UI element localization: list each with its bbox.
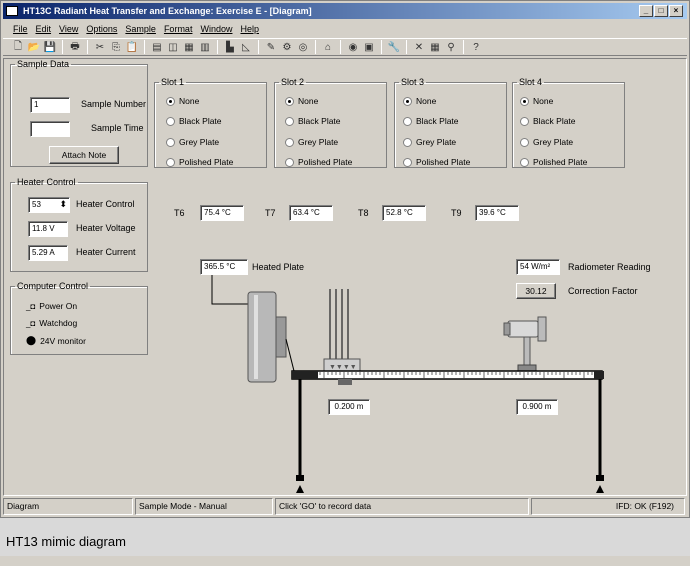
track — [291, 370, 603, 380]
status-panel-view: Diagram — [3, 498, 133, 515]
paste-icon[interactable]: 📋 — [125, 41, 139, 54]
title-bar: HT13C Radiant Heat Transfer and Exchange… — [3, 3, 687, 19]
record-icon[interactable]: ▣ — [362, 41, 376, 54]
menu-options[interactable]: Options — [86, 21, 117, 37]
sensor-icon[interactable]: ◎ — [296, 41, 310, 54]
open-icon[interactable]: 📂 — [27, 41, 41, 54]
menu-format[interactable]: Format — [164, 21, 193, 37]
menu-window[interactable]: Window — [200, 21, 232, 37]
graph-icon[interactable]: ◫ — [166, 41, 180, 54]
tools-icon[interactable]: 🔧 — [387, 41, 401, 54]
results-icon[interactable]: ▥ — [198, 41, 212, 54]
print-icon[interactable]: 🖶 — [68, 41, 82, 54]
plot-icon[interactable]: ◺ — [239, 41, 253, 54]
position-left-value: 0.200 m — [328, 399, 370, 415]
zoom-icon[interactable]: ⚲ — [444, 41, 458, 54]
calculator-icon[interactable]: ▦ — [428, 41, 442, 54]
menu-sample[interactable]: Sample — [125, 21, 156, 37]
app-window: HT13C Radiant Heat Transfer and Exchange… — [0, 0, 690, 518]
chart-icon[interactable]: ▙ — [223, 41, 237, 54]
menu-help[interactable]: Help — [240, 21, 259, 37]
diagram-pane: Sample Data 1 Sample Number Sample Time … — [3, 58, 687, 496]
config-icon[interactable]: ⚙ — [280, 41, 294, 54]
close-button[interactable]: × — [669, 5, 683, 17]
status-bar: Diagram Sample Mode - Manual Click 'GO' … — [3, 498, 687, 515]
heated-plate-leader — [211, 275, 248, 305]
menu-view[interactable]: View — [59, 21, 78, 37]
svg-text:▼▼▼▼: ▼▼▼▼ — [329, 364, 357, 371]
position-right-value: 0.900 m — [516, 399, 558, 415]
minimize-button[interactable]: _ — [639, 5, 653, 17]
save-icon[interactable]: 💾 — [43, 41, 57, 54]
window-title: HT13C Radiant Heat Transfer and Exchange… — [23, 6, 312, 16]
apparatus-diagram: ▼▼▼▼ — [211, 275, 604, 493]
maximize-button[interactable]: □ — [654, 5, 668, 17]
table-icon[interactable]: ▦ — [182, 41, 196, 54]
status-panel-ifd: IFD: OK (F192) — [531, 498, 685, 515]
copy-icon[interactable]: ⎘ — [109, 41, 123, 54]
radiometer — [507, 320, 539, 338]
app-icon — [6, 6, 18, 16]
cut-icon[interactable]: ✂ — [93, 41, 107, 54]
new-icon[interactable]: 🗋 — [11, 41, 25, 54]
education-icon[interactable]: ⌂ — [321, 41, 335, 54]
figure-caption: HT13 mimic diagram — [0, 518, 690, 556]
edit-icon[interactable]: ✎ — [264, 41, 278, 54]
status-panel-hint: Click 'GO' to record data — [275, 498, 529, 515]
heater-plate — [247, 291, 277, 383]
menu-bar: File Edit View Options Sample Format Win… — [3, 21, 687, 37]
go-icon[interactable]: ◉ — [346, 41, 360, 54]
status-panel-mode: Sample Mode - Manual — [135, 498, 273, 515]
help-icon[interactable]: ? — [469, 41, 483, 54]
diagram-icon[interactable]: ▤ — [150, 41, 164, 54]
delete-icon[interactable]: ✕ — [412, 41, 426, 54]
menu-edit[interactable]: Edit — [36, 21, 52, 37]
menu-file[interactable]: File — [13, 21, 28, 37]
toolbar: 🗋 📂 💾 🖶 ✂ ⎘ 📋 ▤ ◫ ▦ ▥ ▙ ◺ ✎ ⚙ ◎ ⌂ ◉ ▣ 🔧 … — [3, 38, 687, 56]
